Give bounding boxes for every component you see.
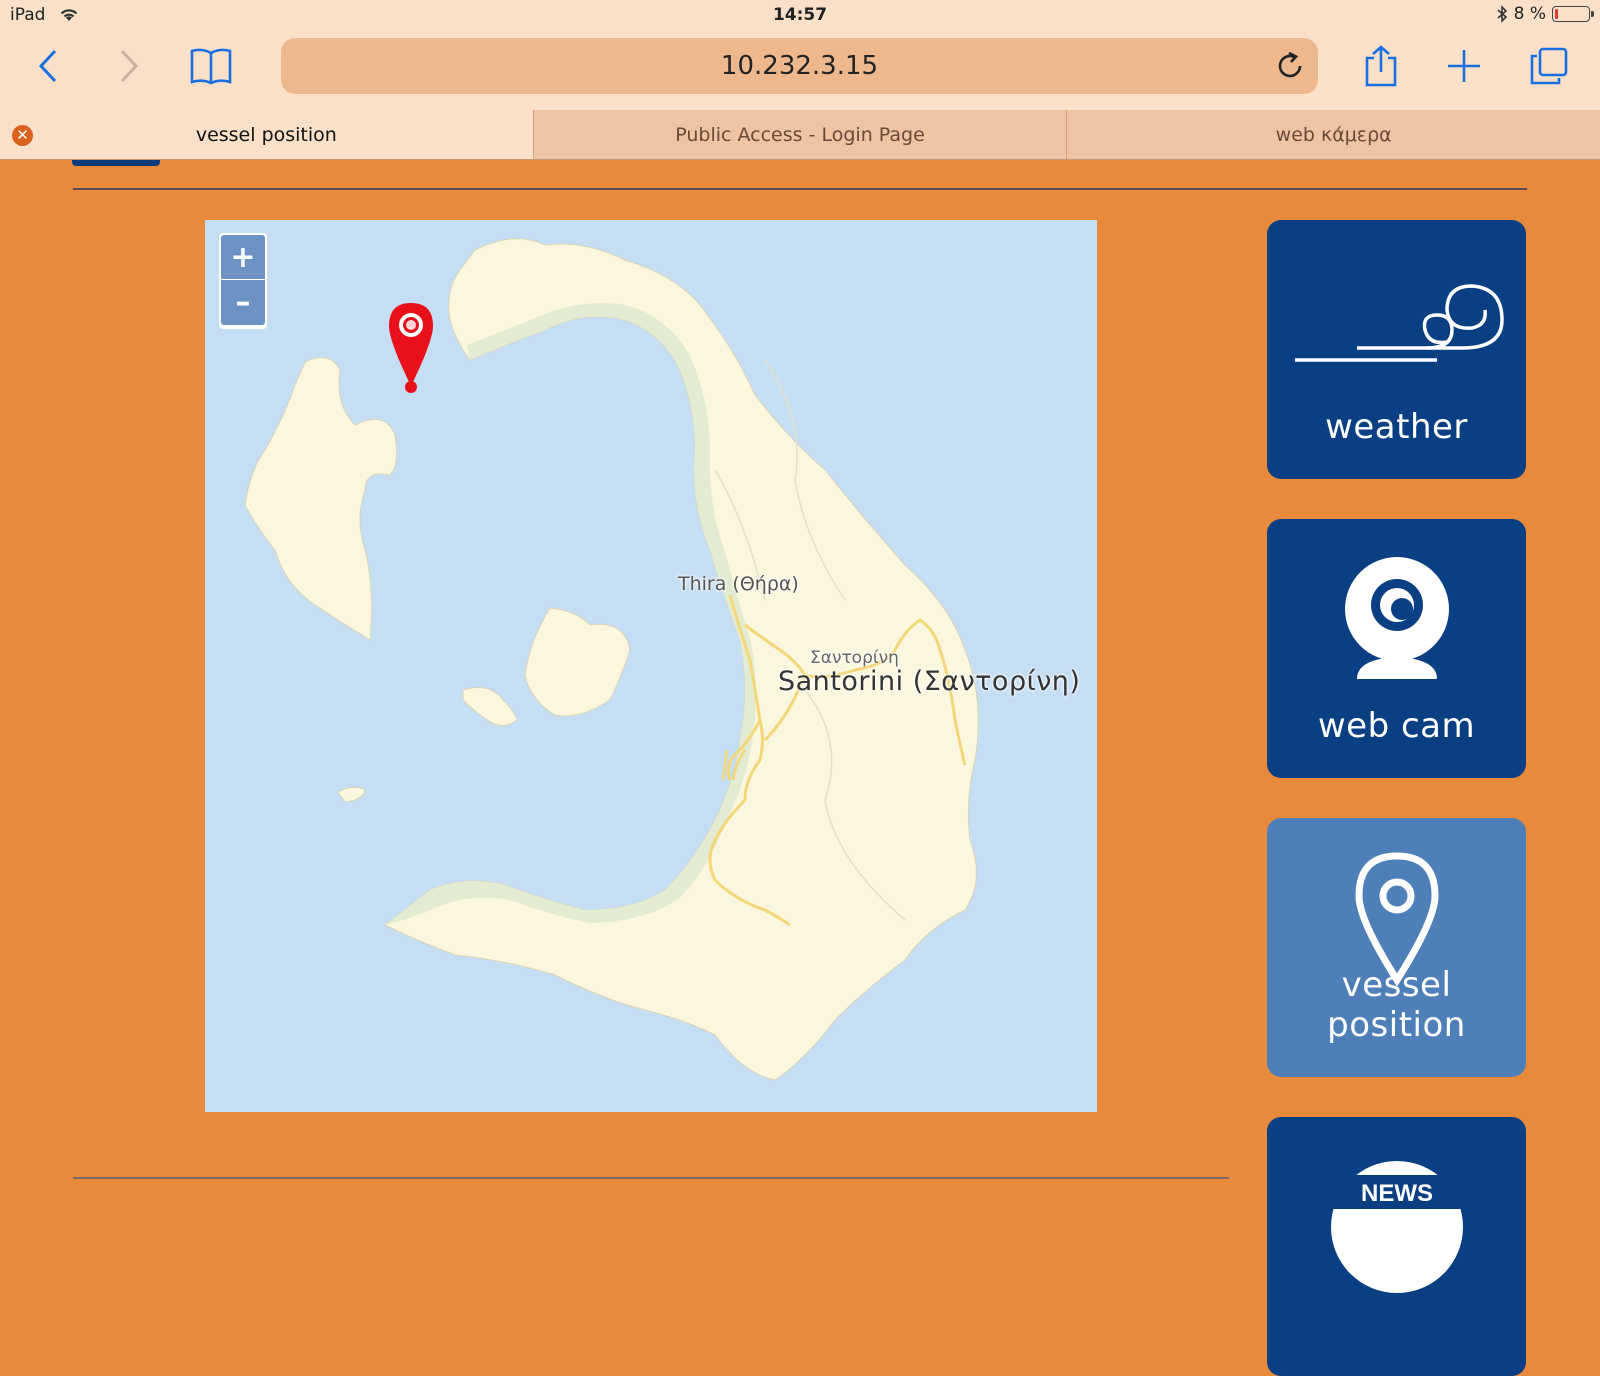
close-tab-icon[interactable]: ✕ (12, 125, 33, 146)
tile-label: weather (1325, 407, 1468, 447)
webcam-icon (1345, 557, 1449, 679)
tabs-icon (1530, 47, 1568, 85)
weather-tile[interactable]: weather (1267, 220, 1526, 479)
forward-button[interactable] (103, 40, 155, 92)
zoom-in-button[interactable]: + (221, 235, 265, 280)
tile-label: vessel position (1327, 965, 1466, 1045)
bluetooth-icon (1497, 5, 1507, 23)
news-icon: NEWS (1325, 1161, 1469, 1293)
book-icon (190, 48, 232, 85)
tab-web-camera[interactable]: web κάμερα (1066, 110, 1600, 159)
zoom-out-button[interactable]: – (221, 280, 265, 325)
share-button[interactable] (1355, 40, 1407, 92)
back-button[interactable] (22, 40, 74, 92)
tabs-overview-button[interactable] (1523, 40, 1575, 92)
vessel-marker-icon[interactable] (386, 301, 436, 395)
tile-label: web cam (1317, 706, 1476, 746)
status-bar: iPad 14:57 8 % (0, 0, 1600, 30)
map-label-thira: Thira (Θήρα) (678, 573, 799, 595)
reload-icon[interactable] (1274, 50, 1306, 82)
bookmarks-button[interactable] (185, 40, 237, 92)
webcam-tile[interactable]: web cam (1267, 519, 1526, 778)
clock: 14:57 (772, 5, 828, 25)
news-label: NEWS (1361, 1180, 1433, 1207)
zoom-control: + – (219, 233, 267, 329)
therasia-island (244, 357, 398, 641)
vessel-position-tile[interactable]: vessel position (1267, 818, 1526, 1077)
site-logo[interactable] (72, 160, 160, 166)
chevron-right-icon (120, 49, 139, 83)
map-label-santorini-greek: Σαντορίνη (810, 648, 899, 668)
header-divider (73, 188, 1527, 190)
palea-kameni (462, 687, 518, 726)
footer-divider (73, 1177, 1229, 1179)
wind-icon (1295, 284, 1504, 362)
chevron-left-icon (38, 49, 57, 83)
tab-label: web κάμερα (1275, 123, 1392, 146)
battery-percent: 8 % (1513, 4, 1546, 24)
map-view[interactable]: Thira (Θήρα) Σαντορίνη Santorini (Σαντορ… (205, 220, 1097, 1112)
plus-icon (1448, 50, 1480, 82)
news-tile[interactable]: NEWS (1267, 1117, 1526, 1376)
aspronisi (337, 786, 366, 803)
new-tab-button[interactable] (1438, 40, 1490, 92)
tab-label: Public Access - Login Page (675, 123, 925, 146)
battery-icon (1552, 6, 1594, 22)
tab-label: vessel position (195, 123, 337, 146)
tab-bar: ✕ vessel position Public Access - Login … (0, 110, 1600, 160)
address-bar[interactable]: 10.232.3.15 (281, 38, 1318, 94)
url-text: 10.232.3.15 (720, 51, 879, 81)
tab-vessel-position[interactable]: ✕ vessel position (0, 110, 533, 159)
nea-kameni (524, 607, 631, 717)
browser-chrome: iPad 14:57 8 % 10.232.3.15 (0, 0, 1600, 110)
map-label-santorini: Santorini (Σαντορίνη) (778, 666, 1081, 697)
share-icon (1365, 45, 1397, 87)
tab-public-access[interactable]: Public Access - Login Page (532, 110, 1067, 159)
status-right: 8 % (1496, 4, 1594, 24)
